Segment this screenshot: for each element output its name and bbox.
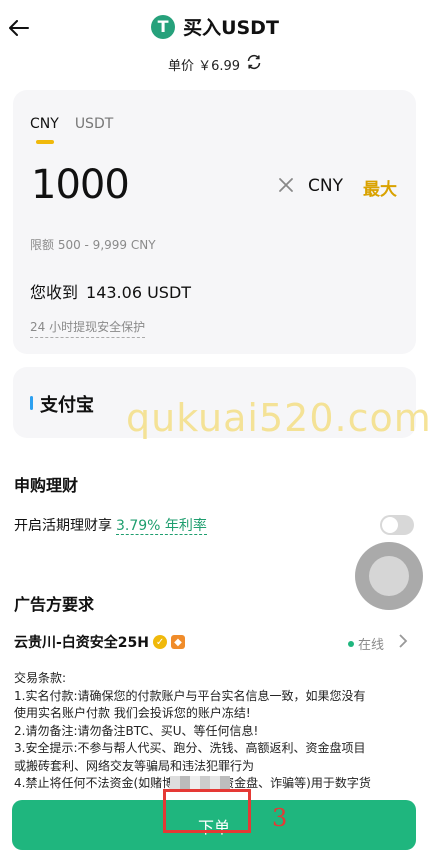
tab-usdt[interactable]: USDT bbox=[75, 116, 113, 132]
terms-line: 3.安全提示:不参与帮人代买、跑分、洗钱、高额返利、资金盘项目 bbox=[14, 741, 366, 755]
clear-icon[interactable] bbox=[277, 176, 297, 196]
unit-price: 单价 ￥6.99 bbox=[167, 58, 241, 74]
step-annotation: 3 bbox=[272, 804, 288, 832]
receive-row: 您收到 143.06 USDT bbox=[30, 279, 191, 303]
chevron-right-icon[interactable] bbox=[398, 633, 408, 653]
highlight-box bbox=[163, 789, 251, 833]
payment-method-label: 支付宝 bbox=[40, 395, 94, 416]
terms-line: 交易条款: bbox=[14, 671, 67, 685]
terms-line: 使用实名账户付款 我们会投诉您的账户冻结! bbox=[14, 706, 251, 720]
amount-currency: CNY bbox=[308, 176, 343, 196]
merchant-badge-icon: ◆ bbox=[171, 635, 186, 649]
online-dot-icon bbox=[348, 640, 354, 647]
savings-row: 开启活期理财享 3.79% 年利率 bbox=[14, 515, 207, 535]
protection-link[interactable]: 24 小时提现安全保护 bbox=[30, 318, 146, 338]
tab-cny[interactable]: CNY bbox=[30, 116, 59, 144]
savings-title: 申购理财 bbox=[14, 476, 79, 495]
watermark: qukuai520.com bbox=[126, 396, 430, 440]
page-title: 买入USDT bbox=[183, 17, 279, 39]
receive-label: 您收到 bbox=[30, 283, 79, 302]
mosaic-blur bbox=[170, 776, 230, 790]
refresh-icon[interactable] bbox=[246, 54, 262, 74]
usdt-logo-icon: T bbox=[151, 14, 176, 39]
verified-badge-icon: ✓ bbox=[153, 635, 168, 649]
currency-tabs: CNY USDT bbox=[30, 116, 113, 144]
max-button[interactable]: 最大 bbox=[363, 175, 397, 200]
apr-link[interactable]: 3.79% 年利率 bbox=[116, 518, 207, 535]
bottom-bar: 下单 3 bbox=[0, 776, 430, 850]
limit-text: 限额 500 - 9,999 CNY bbox=[30, 238, 156, 252]
amount-input[interactable]: 1000 bbox=[31, 162, 130, 208]
terms-line: 或搬砖套利、网络交友等骗局和违法犯罪行为 bbox=[14, 758, 255, 773]
payment-indicator bbox=[30, 396, 33, 410]
title-group: T 买入USDT bbox=[0, 13, 430, 40]
advertiser-name: 云贵川-白资安全25H bbox=[14, 635, 150, 651]
receive-value: 143.06 USDT bbox=[86, 283, 192, 302]
header: T 买入USDT bbox=[0, 0, 430, 56]
online-status: 在线 bbox=[348, 634, 384, 653]
online-label: 在线 bbox=[358, 638, 385, 653]
price-row: 单价 ￥6.99 bbox=[0, 54, 430, 74]
terms-line: 1.实名付款:请确保您的付款账户与平台实名信息一致，如果您没有 bbox=[14, 688, 366, 703]
trade-terms: 交易条款: 1.实名付款:请确保您的付款账户与平台实名信息一致，如果您没有 使用… bbox=[14, 670, 416, 793]
advertiser-title: 广告方要求 bbox=[14, 595, 95, 614]
amount-card: CNY USDT 1000 CNY 最大 限额 500 - 9,999 CNY … bbox=[13, 90, 416, 354]
floating-assistive-button[interactable] bbox=[355, 542, 423, 610]
savings-toggle[interactable] bbox=[380, 515, 414, 535]
terms-line: 2.请勿备注:请勿备注BTC、买U、等任何信息! bbox=[14, 723, 259, 738]
advertiser-name-row[interactable]: 云贵川-白资安全25H ✓ ◆ bbox=[14, 632, 186, 652]
savings-label: 开启活期理财享 bbox=[14, 518, 112, 534]
